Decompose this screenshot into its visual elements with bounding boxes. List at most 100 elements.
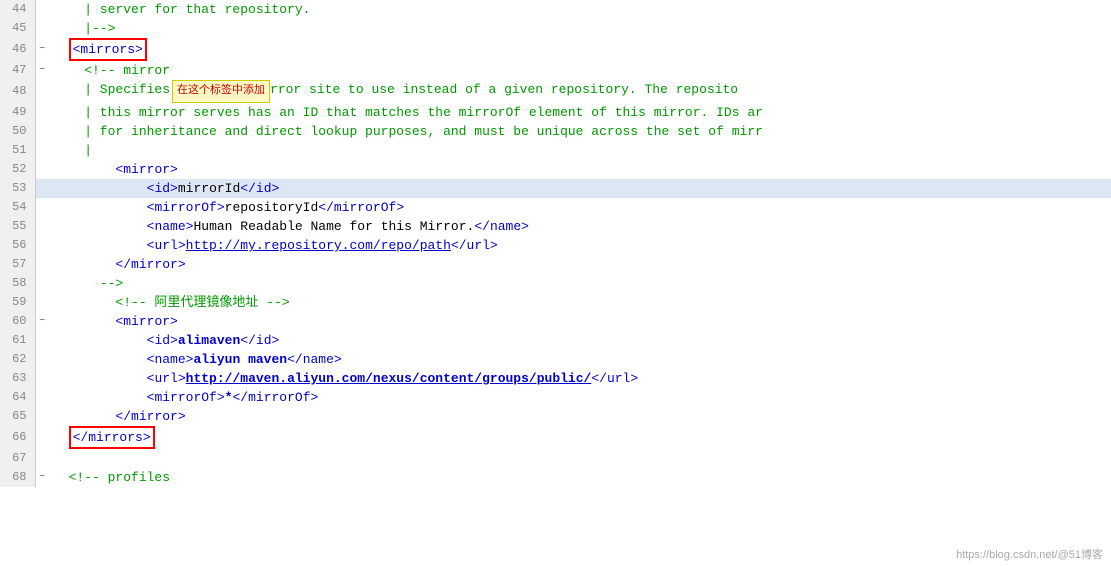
fold-icon <box>35 103 49 122</box>
line-number: 66 <box>0 426 35 449</box>
code-row: 50 | for inheritance and direct lookup p… <box>0 122 1111 141</box>
fold-icon[interactable]: − <box>35 312 49 331</box>
code-row: 64 <mirrorOf>*</mirrorOf> <box>0 388 1111 407</box>
fold-icon <box>35 331 49 350</box>
code-content: <id>alimaven</id> <box>49 331 1111 350</box>
code-content: <name>Human Readable Name for this Mirro… <box>49 217 1111 236</box>
line-number: 48 <box>0 80 35 103</box>
code-row: 47− <!-- mirror <box>0 61 1111 80</box>
fold-icon <box>35 0 49 19</box>
code-row: 46− <mirrors> <box>0 38 1111 61</box>
code-row: 49 | this mirror serves has an ID that m… <box>0 103 1111 122</box>
code-content: --> <box>49 274 1111 293</box>
line-number: 52 <box>0 160 35 179</box>
fold-icon <box>35 19 49 38</box>
code-content: <url>http://maven.aliyun.com/nexus/conte… <box>49 369 1111 388</box>
code-content: <mirror> <box>49 160 1111 179</box>
fold-icon <box>35 369 49 388</box>
line-number: 61 <box>0 331 35 350</box>
code-content: | for inheritance and direct lookup purp… <box>49 122 1111 141</box>
code-row: 68− <!-- profiles <box>0 468 1111 487</box>
code-row: 54 <mirrorOf>repositoryId</mirrorOf> <box>0 198 1111 217</box>
line-number: 58 <box>0 274 35 293</box>
line-number: 57 <box>0 255 35 274</box>
code-editor: 44 | server for that repository.45 |-->4… <box>0 0 1111 566</box>
fold-icon <box>35 293 49 312</box>
line-number: 45 <box>0 19 35 38</box>
line-number: 62 <box>0 350 35 369</box>
line-number: 46 <box>0 38 35 61</box>
line-number: 63 <box>0 369 35 388</box>
code-content: <id>mirrorId</id> <box>49 179 1111 198</box>
fold-icon <box>35 236 49 255</box>
code-content: <mirrorOf>repositoryId</mirrorOf> <box>49 198 1111 217</box>
fold-icon[interactable]: − <box>35 468 49 487</box>
line-number: 55 <box>0 217 35 236</box>
code-row: 59 <!-- 阿里代理镜像地址 --> <box>0 293 1111 312</box>
code-row: 65 </mirror> <box>0 407 1111 426</box>
code-content: <!-- mirror <box>49 61 1111 80</box>
fold-icon <box>35 217 49 236</box>
fold-icon <box>35 388 49 407</box>
fold-icon[interactable]: − <box>35 61 49 80</box>
fold-icon <box>35 449 49 468</box>
code-row: 61 <id>alimaven</id> <box>0 331 1111 350</box>
fold-icon[interactable]: − <box>35 38 49 61</box>
code-row: 55 <name>Human Readable Name for this Mi… <box>0 217 1111 236</box>
code-row: 52 <mirror> <box>0 160 1111 179</box>
fold-icon <box>35 426 49 449</box>
line-number: 59 <box>0 293 35 312</box>
code-content: | <box>49 141 1111 160</box>
line-number: 64 <box>0 388 35 407</box>
code-content: | Specifies在这个标签中添加rror site to use inst… <box>49 80 1111 103</box>
code-row: 56 <url>http://my.repository.com/repo/pa… <box>0 236 1111 255</box>
code-content: </mirror> <box>49 407 1111 426</box>
code-table: 44 | server for that repository.45 |-->4… <box>0 0 1111 487</box>
code-row: 53 <id>mirrorId</id> <box>0 179 1111 198</box>
code-content: <!-- profiles <box>49 468 1111 487</box>
code-content: <url>http://my.repository.com/repo/path<… <box>49 236 1111 255</box>
fold-icon <box>35 80 49 103</box>
code-row: 48 | Specifies在这个标签中添加rror site to use i… <box>0 80 1111 103</box>
fold-icon <box>35 160 49 179</box>
code-row: 67 <box>0 449 1111 468</box>
fold-icon <box>35 141 49 160</box>
line-number: 49 <box>0 103 35 122</box>
line-number: 51 <box>0 141 35 160</box>
line-number: 67 <box>0 449 35 468</box>
code-content: </mirrors> <box>49 426 1111 449</box>
line-number: 50 <box>0 122 35 141</box>
line-number: 65 <box>0 407 35 426</box>
watermark: https://blog.csdn.net/@51博客 <box>956 546 1103 562</box>
fold-icon <box>35 179 49 198</box>
line-number: 47 <box>0 61 35 80</box>
fold-icon <box>35 198 49 217</box>
line-number: 54 <box>0 198 35 217</box>
line-number: 68 <box>0 468 35 487</box>
line-number: 60 <box>0 312 35 331</box>
code-row: 51 | <box>0 141 1111 160</box>
code-content <box>49 449 1111 468</box>
fold-icon <box>35 255 49 274</box>
fold-icon <box>35 274 49 293</box>
code-content: <mirror> <box>49 312 1111 331</box>
line-number: 53 <box>0 179 35 198</box>
code-content: <mirrors> <box>49 38 1111 61</box>
code-content: <mirrorOf>*</mirrorOf> <box>49 388 1111 407</box>
code-row: 57 </mirror> <box>0 255 1111 274</box>
code-row: 58 --> <box>0 274 1111 293</box>
code-content: | server for that repository. <box>49 0 1111 19</box>
code-row: 60− <mirror> <box>0 312 1111 331</box>
fold-icon <box>35 350 49 369</box>
code-row: 66 </mirrors> <box>0 426 1111 449</box>
fold-icon <box>35 122 49 141</box>
code-content: | this mirror serves has an ID that matc… <box>49 103 1111 122</box>
code-content: </mirror> <box>49 255 1111 274</box>
fold-icon <box>35 407 49 426</box>
code-content: |--> <box>49 19 1111 38</box>
code-row: 63 <url>http://maven.aliyun.com/nexus/co… <box>0 369 1111 388</box>
code-row: 44 | server for that repository. <box>0 0 1111 19</box>
line-number: 44 <box>0 0 35 19</box>
code-row: 62 <name>aliyun maven</name> <box>0 350 1111 369</box>
code-content: <name>aliyun maven</name> <box>49 350 1111 369</box>
